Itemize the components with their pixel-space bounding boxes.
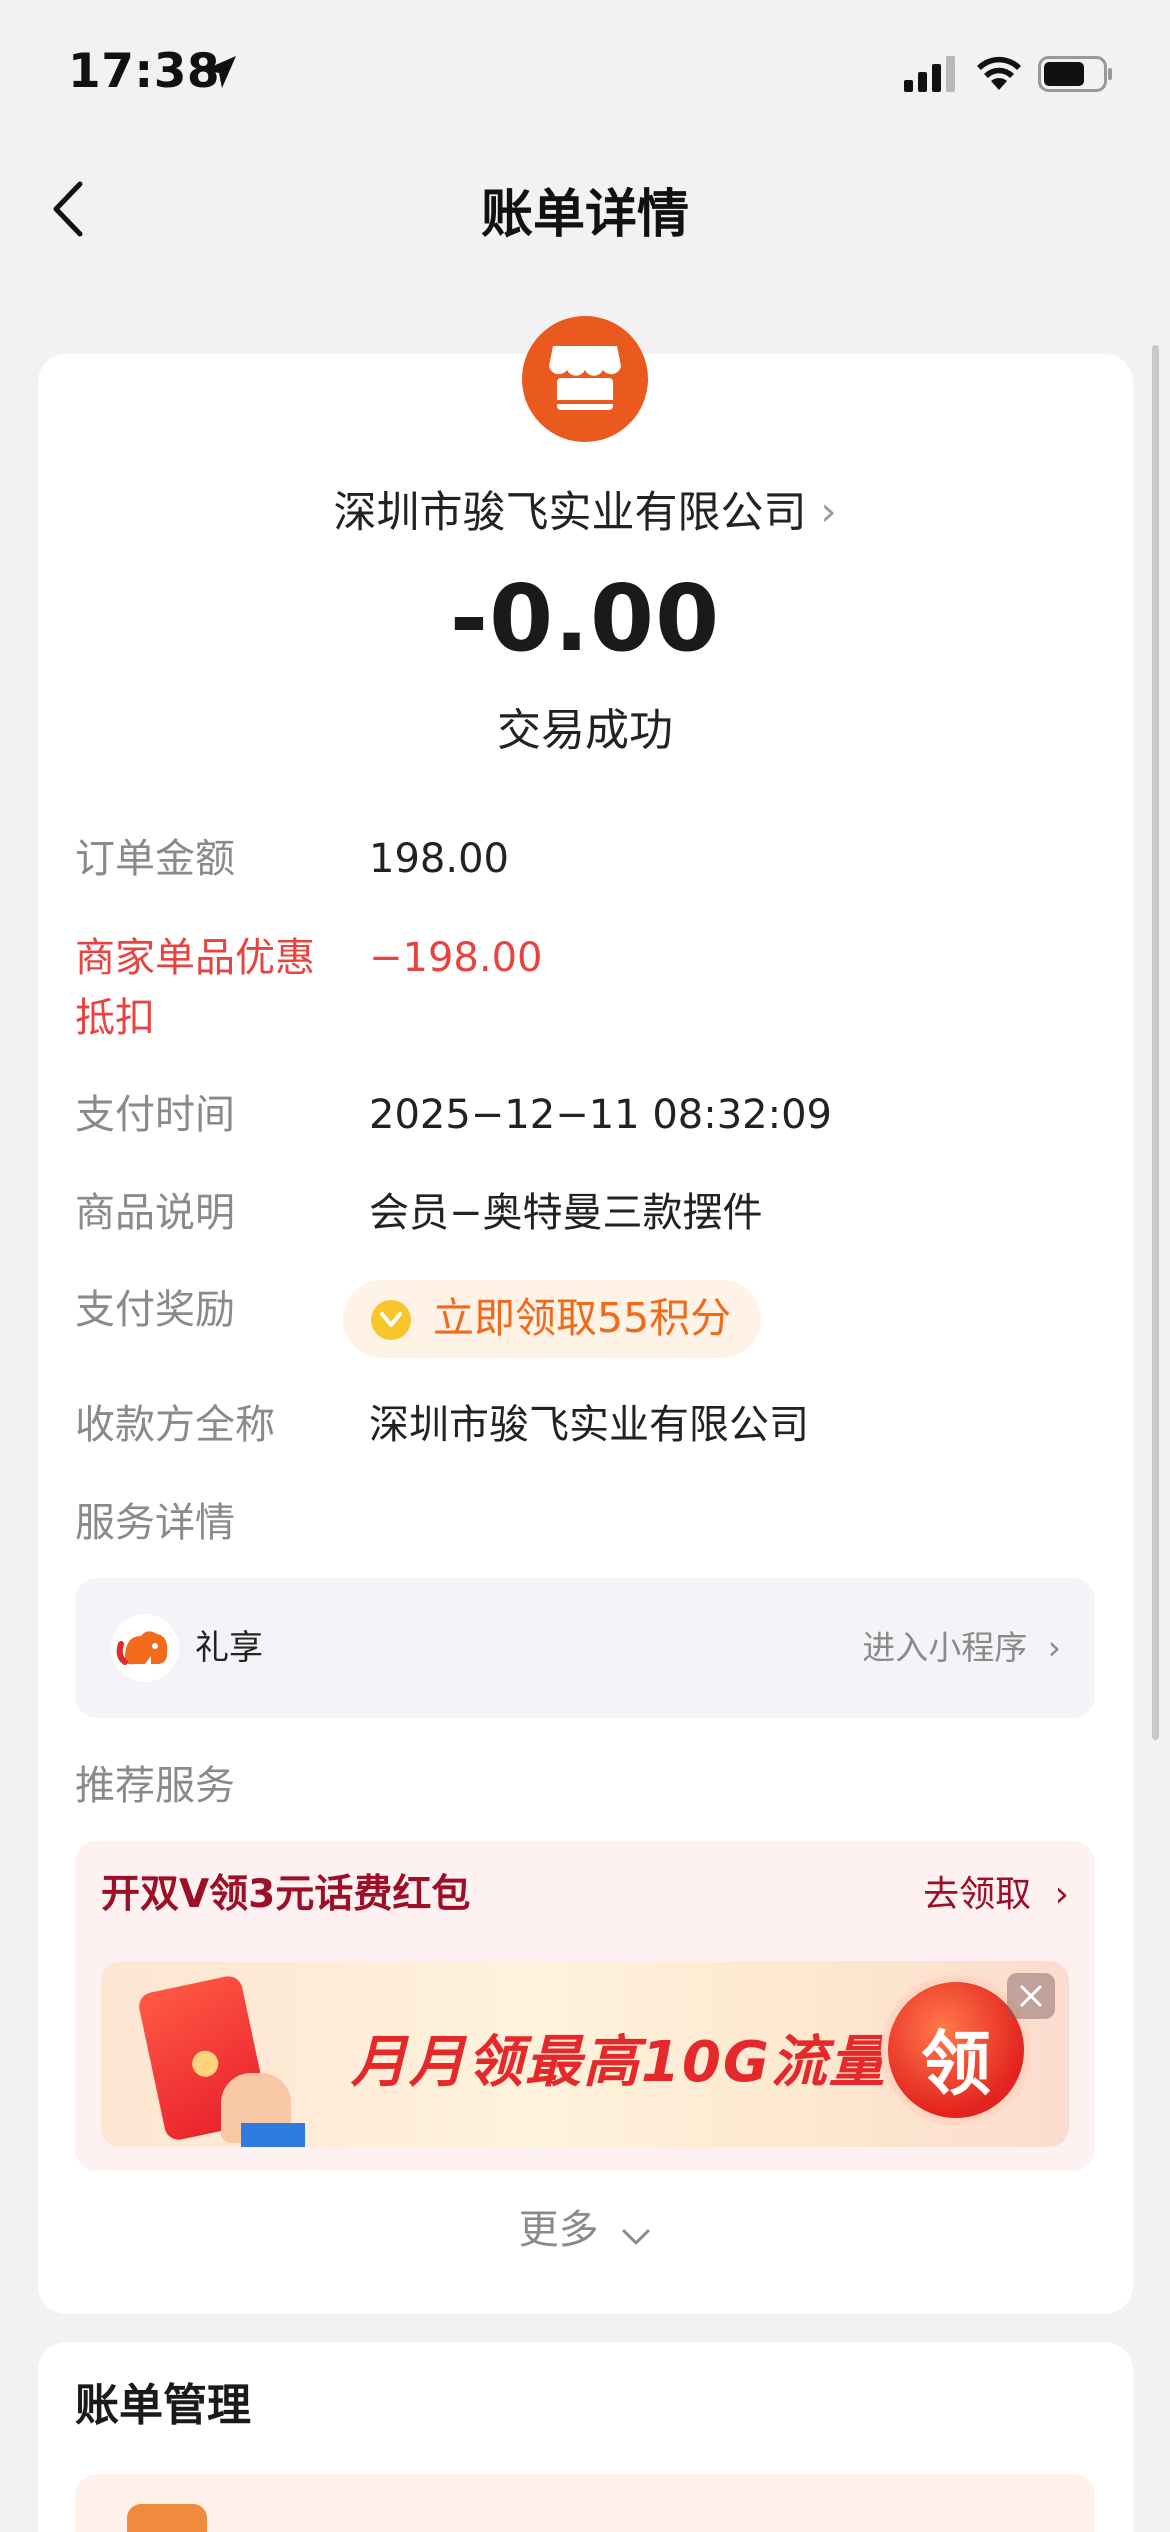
cellular-signal-icon: [904, 56, 955, 92]
scrollbar[interactable]: [1152, 345, 1159, 1740]
order-amount-value: 198.00: [369, 836, 509, 882]
discount-value: −198.00: [369, 935, 543, 981]
status-bar: 17:38: [0, 0, 1170, 150]
transaction-amount: -0.00: [449, 565, 721, 672]
claim-round-label: 领: [921, 2023, 991, 2105]
payee-value: 深圳市骏飞实业有限公司: [369, 1402, 809, 1448]
enter-mini-program-link[interactable]: 进入小程序 ›: [862, 1618, 1061, 1678]
bill-management-item[interactable]: [75, 2474, 1095, 2532]
chevron-down-icon: [622, 2229, 650, 2245]
discount-label-line2: 抵扣: [75, 995, 155, 1041]
lixiang-logo-icon: [111, 1614, 179, 1682]
close-icon: [1020, 1985, 1042, 2007]
discount-label-line1: 商家单品优惠: [75, 935, 315, 981]
pay-time-value: 2025−12−11 08:32:09: [369, 1092, 832, 1138]
more-toggle[interactable]: 更多: [0, 2200, 1170, 2260]
service-name: 礼享: [195, 1628, 263, 1668]
location-arrow-icon: [204, 56, 236, 88]
claim-promo-link[interactable]: 去领取 ›: [923, 1865, 1069, 1925]
points-coin-icon: [371, 1300, 411, 1340]
close-banner-button[interactable]: [1007, 1973, 1055, 2019]
payee-label: 收款方全称: [75, 1402, 275, 1448]
recommend-section-label: 推荐服务: [75, 1763, 235, 1809]
promo-title: 开双V领3元话费红包: [101, 1872, 471, 1917]
merchant-store-icon: [522, 316, 648, 442]
battery-icon: [1038, 56, 1112, 92]
merchant-name-link[interactable]: 深圳市骏飞实业有限公司 ›: [0, 478, 1170, 540]
transaction-status: 交易成功: [497, 705, 673, 756]
bill-management-title: 账单管理: [75, 2380, 251, 2431]
merchant-name: 深圳市骏飞实业有限公司: [333, 488, 807, 538]
service-mini-program-row[interactable]: 礼享 进入小程序 ›: [75, 1578, 1095, 1718]
claim-promo-label: 去领取: [923, 1874, 1032, 1915]
banner-text: 月月领最高10G流量: [351, 2030, 887, 2095]
wifi-icon: [977, 56, 1021, 90]
page-title: 账单详情: [480, 185, 689, 245]
product-value: 会员−奥特曼三款摆件: [369, 1190, 763, 1236]
claim-points-label: 立即领取55积分: [433, 1294, 732, 1342]
reward-label: 支付奖励: [75, 1287, 235, 1333]
product-label: 商品说明: [75, 1190, 235, 1236]
recommend-promo-card: 开双V领3元话费红包 去领取 › 月月领最高10G流量 领: [75, 1841, 1095, 2171]
service-section-label: 服务详情: [75, 1500, 235, 1546]
claim-points-button[interactable]: 立即领取55积分: [343, 1280, 761, 1358]
pay-time-label: 支付时间: [75, 1092, 235, 1138]
more-label: 更多: [518, 2207, 599, 2253]
discount-label: 商家单品优惠 抵扣: [75, 928, 345, 1048]
bill-item-icon: [127, 2504, 207, 2532]
status-time: 17:38: [68, 44, 221, 99]
enter-mini-program-label: 进入小程序: [862, 1628, 1028, 1667]
traffic-promo-banner[interactable]: 月月领最高10G流量 领: [101, 1961, 1069, 2147]
chevron-right-icon: ›: [1047, 1628, 1061, 1667]
sleeve-illustration: [241, 2123, 305, 2147]
order-amount-label: 订单金额: [75, 836, 235, 882]
chevron-right-icon: ›: [1054, 1874, 1069, 1915]
nav-bar: 账单详情: [0, 160, 1170, 260]
chevron-right-icon: ›: [820, 489, 837, 535]
